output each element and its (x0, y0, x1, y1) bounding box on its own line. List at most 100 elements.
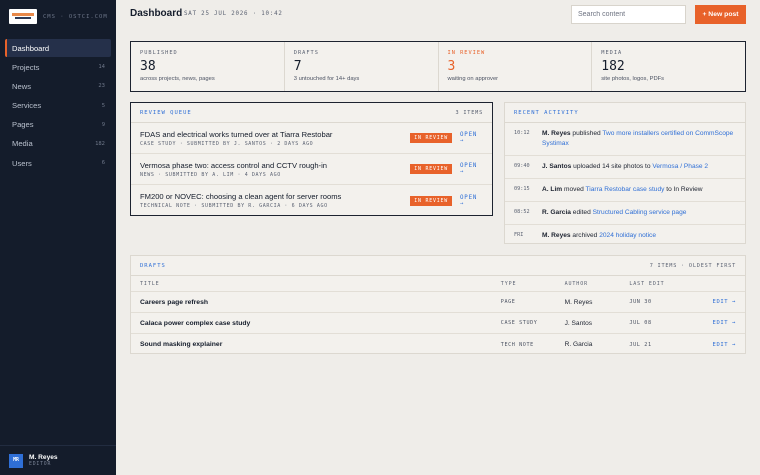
sidebar-item-pages[interactable]: Pages 9 (5, 116, 111, 134)
draft-type: TECH NOTE (500, 341, 534, 348)
sidebar-item-label: News (12, 81, 31, 91)
draft-title: Calaca power complex case study (140, 319, 251, 327)
edit-link[interactable]: EDIT → (703, 299, 736, 305)
search-input[interactable] (571, 5, 686, 24)
panel-count: 7 ITEMS · OLDEST FIRST (649, 262, 736, 269)
sidebar-item-label: Services (12, 101, 42, 111)
status-badge: IN REVIEW (410, 195, 452, 206)
column-header-type[interactable]: TYPE (501, 281, 565, 287)
activity-actor: M. Reyes (542, 130, 571, 137)
activity-item: FRI M. Reyes archived 2024 holiday notic… (514, 232, 657, 239)
stat-description: site photos, logos, PDFs (601, 76, 665, 82)
page-title: Dashboard (130, 8, 183, 19)
stat-label: DRAFTS (293, 50, 319, 56)
activity-link[interactable]: Vermosa / Phase 2 (652, 163, 708, 170)
review-item-meta: NEWS · SUBMITTED BY A. LIM · 4 DAYS AGO (140, 171, 281, 178)
stat-media[interactable]: MEDIA 182 site photos, logos, PDFs (592, 42, 745, 91)
sidebar-item-count: 23 (98, 83, 105, 90)
stat-value: 7 (293, 59, 302, 74)
review-queue-panel: REVIEW QUEUE 3 ITEMS FDAS and electrical… (130, 102, 493, 216)
activity-actor: A. Lim (542, 186, 563, 193)
stat-in-review[interactable]: IN REVIEW 3 waiting on approver (439, 42, 593, 91)
sidebar-item-count: 9 (101, 121, 105, 128)
open-link[interactable]: OPEN → (460, 195, 483, 207)
review-item-title: FM200 or NOVEC: choosing a clean agent f… (140, 192, 342, 201)
panel-title: RECENT ACTIVITY (514, 109, 579, 116)
open-link[interactable]: OPEN → (460, 163, 483, 175)
column-header-author[interactable]: AUTHOR (565, 281, 630, 287)
user-name: M. Reyes (29, 454, 58, 461)
stat-drafts[interactable]: DRAFTS 7 3 untouched for 14+ days (285, 42, 439, 91)
sidebar-item-news[interactable]: News 23 (5, 77, 111, 95)
sidebar-item-label: Users (12, 158, 32, 168)
draft-author: J. Santos (564, 319, 593, 327)
stat-published[interactable]: PUBLISHED 38 across projects, news, page… (131, 42, 285, 91)
recent-activity-panel: RECENT ACTIVITY 10:12 M. Reyes published… (504, 102, 746, 244)
sidebar: CMS · OSTCI.COM Dashboard Projects 14 New… (0, 0, 116, 475)
activity-link[interactable]: Structured Cabling service page (593, 209, 687, 216)
sidebar-item-media[interactable]: Media 182 (5, 135, 111, 153)
sidebar-item-dashboard[interactable]: Dashboard (5, 39, 111, 57)
stat-description: waiting on approver (447, 76, 499, 82)
review-item-title: Vermosa phase two: access control and CC… (140, 160, 327, 170)
brand[interactable]: CMS · OSTCI.COM (9, 9, 108, 24)
list-item[interactable]: FDAS and electrical works turned over at… (131, 123, 492, 154)
sidebar-item-services[interactable]: Services 5 (5, 97, 111, 115)
current-date: SAT 25 JUL 2026 · 10:42 (184, 11, 283, 17)
draft-date: JUL 21 (629, 341, 652, 348)
stat-description: across projects, news, pages (140, 76, 215, 82)
panel-title: REVIEW QUEUE (140, 109, 192, 116)
list-item[interactable]: Vermosa phase two: access control and CC… (131, 154, 492, 185)
sidebar-item-count: 6 (101, 160, 105, 167)
table-row[interactable]: Careers page refresh PAGE M. Reyes JUN 3… (131, 292, 745, 313)
sidebar-item-label: Projects (12, 62, 40, 72)
draft-date: JUL 08 (629, 320, 652, 326)
sidebar-item-label: Media (12, 139, 33, 149)
avatar: MR (9, 453, 23, 468)
drafts-panel: DRAFTS 7 ITEMS · OLDEST FIRST TITLE TYPE… (130, 255, 746, 354)
brand-tagline: CMS · OSTCI.COM (43, 13, 108, 20)
activity-link[interactable]: Tiarra Restobar case study (586, 186, 665, 193)
review-item-meta: CASE STUDY · SUBMITTED BY J. SANTOS · 2 … (140, 140, 314, 147)
stat-value: 182 (601, 59, 625, 74)
sidebar-item-users[interactable]: Users 6 (5, 154, 111, 172)
sidebar-item-label: Pages (12, 120, 34, 130)
list-item[interactable]: FM200 or NOVEC: choosing a clean agent f… (131, 185, 492, 216)
edit-link[interactable]: EDIT → (703, 342, 736, 348)
stat-value: 3 (447, 59, 456, 74)
draft-title: Careers page refresh (140, 298, 209, 306)
activity-actor: R. Garcia (542, 209, 571, 216)
stat-label: IN REVIEW (447, 50, 486, 56)
activity-item: 09:15 A. Lim moved Tiarra Restobar case … (505, 179, 745, 202)
column-header-last-edit[interactable]: LAST EDIT (629, 281, 703, 287)
stats-summary: PUBLISHED 38 across projects, news, page… (130, 41, 746, 92)
draft-type: PAGE (500, 299, 516, 305)
activity-actor: M. Reyes (542, 232, 571, 239)
activity-link[interactable]: 2024 holiday notice (599, 232, 656, 239)
stat-label: MEDIA (601, 50, 623, 56)
table-row[interactable]: Sound masking explainer TECH NOTE R. Gar… (131, 334, 745, 355)
sidebar-nav: Dashboard Projects 14 News 23 Services 5 Pa… (5, 39, 111, 173)
draft-date: JUN 30 (629, 299, 652, 305)
company-logo (9, 9, 37, 24)
activity-item: 08:52 R. Garcia edited Structured Cablin… (505, 202, 745, 225)
column-header-title[interactable]: TITLE (140, 281, 501, 287)
current-user[interactable]: MR M. Reyes EDITOR (0, 445, 116, 475)
stat-value: 38 (140, 59, 156, 74)
sidebar-item-count: 14 (98, 64, 105, 71)
table-header: TITLE TYPE AUTHOR LAST EDIT (131, 276, 745, 292)
activity-actor: J. Santos (542, 163, 572, 170)
draft-author: M. Reyes (564, 298, 593, 306)
sidebar-item-projects[interactable]: Projects 14 (5, 58, 111, 76)
edit-link[interactable]: EDIT → (703, 320, 736, 326)
stat-description: 3 untouched for 14+ days (293, 76, 360, 82)
table-row[interactable]: Calaca power complex case study CASE STU… (131, 313, 745, 334)
new-post-button[interactable]: + New post (695, 5, 746, 24)
open-link[interactable]: OPEN → (460, 132, 483, 144)
activity-time: 09:40 (514, 163, 530, 169)
activity-item: 09:40 J. Santos uploaded 14 site photos … (505, 156, 745, 179)
draft-type: CASE STUDY (500, 320, 538, 326)
activity-time: 10:12 (514, 130, 530, 136)
activity-time: 09:15 (514, 186, 530, 192)
stat-label: PUBLISHED (140, 50, 178, 56)
